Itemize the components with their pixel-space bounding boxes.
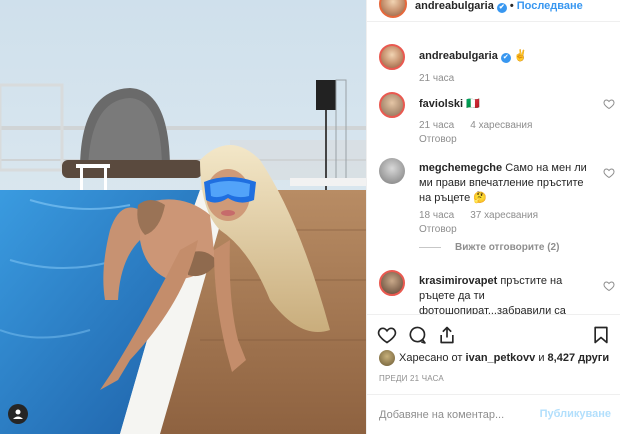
likes-text: Харесано от ivan_petkovv и 8,427 други [399,352,609,364]
comment-avatar[interactable] [379,158,405,184]
reply-button[interactable]: Отговор [419,224,457,235]
comment-avatar[interactable] [379,92,405,118]
post-header: andreabulgaria ✔ • Последване [367,0,620,22]
post-photo[interactable] [0,0,366,434]
caption-row: andreabulgaria ✔ ✌ 21 часа [379,44,615,88]
caption-time: 21 часа [419,73,455,84]
comment-avatar[interactable] [379,270,405,296]
author-username[interactable]: andreabulgaria [415,0,494,12]
comment-reply-row: Отговор [419,224,473,235]
comment-time: 21 часа [419,120,455,131]
comment-body: 🇮🇹 [466,98,480,110]
follow-button[interactable]: Последване [517,0,583,12]
comment-composer: Публикуване [367,394,620,434]
user-icon [13,409,23,419]
share-icon[interactable] [437,325,457,345]
likes-prefix: Харесано от [399,352,463,364]
author-avatar[interactable] [379,0,407,18]
bookmark-icon[interactable] [591,325,611,345]
separator-dot: • [509,0,514,12]
comment-item: megchemegche Само на мен ли ми прави впе… [379,158,615,258]
caption-text: andreabulgaria ✔ ✌ [419,49,595,64]
post-photo-image [0,0,366,434]
heart-icon[interactable] [377,325,397,345]
comment-likes[interactable]: 4 харесвания [470,120,532,131]
comment-likes[interactable]: 37 харесвания [470,210,538,221]
caption-meta: 21 часа [419,73,470,84]
add-comment-input[interactable] [379,407,539,423]
likes-summary: Харесано от ivan_petkovv и 8,427 други [379,350,615,368]
comment-meta: 18 часа 37 харесвания [419,210,554,221]
comment-username[interactable]: megchemegche [419,162,502,174]
comment-meta: 21 часа 4 харесвания [419,120,548,131]
verified-icon: ✔ [496,3,507,13]
comment-item: krasimirovapet пръстите на ръцете да ти … [379,270,615,314]
comment-icon[interactable] [407,325,427,345]
comment-reply-row: Отговор [419,134,473,145]
post-sidebar: andreabulgaria ✔ • Последване andreabulgari… [366,0,620,434]
post-comment-button[interactable]: Публикуване [540,408,611,420]
caption-avatar[interactable] [379,44,405,70]
caption-body: ✌ [513,50,528,62]
user-tag-button[interactable] [8,404,28,424]
comment-time: 18 часа [419,210,455,221]
comment-like-heart-icon[interactable] [603,280,615,292]
view-replies-button[interactable]: Вижте отговорите (2) [419,242,559,253]
caption-username[interactable]: andreabulgaria [419,50,498,62]
post-actions-bar [367,314,620,354]
comment-like-heart-icon[interactable] [603,98,615,110]
liker-username[interactable]: ivan_petkovv [466,352,536,364]
header-userline: andreabulgaria ✔ • Последване [415,0,583,13]
verified-icon: ✔ [500,53,511,63]
comment-text: krasimirovapet пръстите на ръцете да ти … [419,274,595,314]
liker-avatar[interactable] [379,350,395,366]
comment-username[interactable]: faviolski [419,98,463,110]
comment-item: faviolski 🇮🇹 21 часа 4 харесвания Отговор [379,92,615,152]
comments-list[interactable]: andreabulgaria✔ ✌ 21 часа faviolski 🇮🇹 [367,36,620,314]
replies-divider [419,246,441,248]
post-timestamp[interactable]: ПРЕДИ 21 ЧАСА [379,374,444,383]
comment-text: megchemegche Само на мен ли ми прави впе… [419,161,595,206]
view-replies-label: Вижте отговорите (2) [455,242,560,253]
reply-button[interactable]: Отговор [419,134,457,145]
comment-like-heart-icon[interactable] [603,167,615,179]
instagram-post-view: andreabulgaria ✔ • Последване andreabulgari… [0,0,620,434]
likes-count[interactable]: 8,427 други [548,352,610,364]
comment-username[interactable]: krasimirovapet [419,275,497,287]
likes-connector: и [538,352,545,364]
comment-text: faviolski 🇮🇹 [419,97,595,112]
